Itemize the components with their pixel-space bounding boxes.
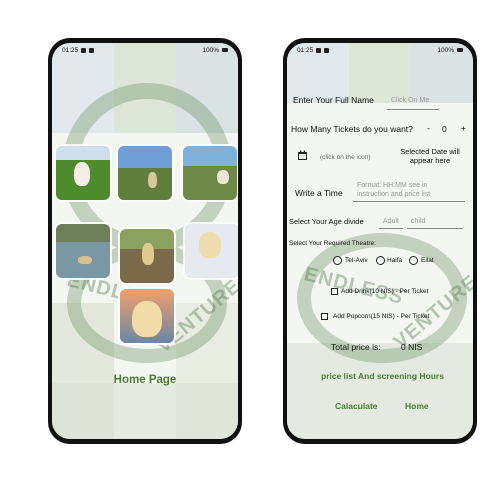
drink-label: Add Drink(10 NIS) - Per Ticket — [341, 288, 429, 295]
radio-eilat[interactable] — [409, 256, 418, 265]
price-list-link[interactable]: price list And screening Hours — [321, 371, 444, 381]
radio-label-eilat: Eilat — [421, 257, 434, 264]
battery-icon — [457, 48, 463, 52]
battery-level: 100% — [437, 46, 454, 54]
booking-screen: ENDLESS VENTURE 01:25 100% Enter Your Fu… — [287, 43, 473, 439]
calendar-icon[interactable] — [297, 150, 308, 161]
child-input[interactable]: child — [411, 218, 425, 225]
total-price-value: 0 NIS — [401, 342, 423, 352]
page-title: Home Page — [113, 374, 177, 386]
whatsapp-icon — [89, 47, 95, 53]
full-name-label: Enter Your Full Name — [293, 95, 374, 105]
tickets-minus-button[interactable]: - — [427, 123, 430, 133]
dog-photo-3[interactable] — [183, 146, 237, 200]
gallery-icon — [81, 47, 87, 53]
phone-booking: ENDLESS VENTURE 01:25 100% Enter Your Fu… — [283, 38, 477, 444]
tickets-plus-button[interactable]: + — [461, 123, 466, 133]
battery-icon — [222, 48, 228, 52]
popcorn-label: Add Popcorn(15 NIS) - Per Ticket — [333, 313, 430, 320]
radio-label-haifa: Haifa — [387, 257, 403, 264]
theatre-label: Select Your Required Theatre: — [289, 240, 376, 247]
phone-home: ENDLESS VENTURE 01:25 100% Home Page — [48, 38, 242, 444]
popcorn-checkbox[interactable] — [321, 313, 328, 320]
dog-photo-4[interactable] — [56, 224, 110, 278]
drink-checkbox[interactable] — [331, 288, 338, 295]
tickets-count: 0 — [442, 124, 447, 134]
dog-photo-1[interactable] — [56, 146, 110, 200]
time-label: Write a Time — [295, 188, 343, 198]
dog-photo-2[interactable] — [118, 146, 172, 200]
radio-haifa[interactable] — [376, 256, 385, 265]
whatsapp-icon — [324, 47, 330, 53]
battery-level: 100% — [202, 46, 219, 54]
home-screen: ENDLESS VENTURE 01:25 100% Home Page — [52, 43, 238, 439]
status-time: 01:25 — [62, 46, 79, 54]
status-bar: 01:25 100% — [287, 43, 473, 57]
tickets-label: How Many Tickets do you want? — [291, 124, 413, 134]
dog-photo-7[interactable] — [120, 289, 174, 343]
dog-photo-5[interactable] — [120, 229, 174, 283]
adult-input[interactable]: Adult — [383, 218, 399, 225]
dog-photo-6[interactable] — [185, 224, 238, 278]
radio-label-tel-aviv: Tel-Aviv — [345, 257, 368, 264]
gallery-icon — [316, 47, 322, 53]
full-name-input[interactable]: Click On Me — [391, 97, 429, 104]
calculate-button[interactable]: Calaculate — [335, 401, 378, 411]
home-button[interactable]: Home — [405, 401, 429, 411]
selected-date-text: Selected Date will appear here — [400, 147, 460, 165]
status-time: 01:25 — [297, 46, 314, 54]
radio-tel-aviv[interactable] — [333, 256, 342, 265]
status-bar: 01:25 100% — [52, 43, 238, 57]
total-price-label: Total price is: — [331, 342, 381, 352]
age-label: Select Your Age divide — [289, 217, 364, 226]
date-hint: (click on the icon) — [320, 154, 371, 161]
time-input[interactable]: Format: HH:MM see in instruction and pri… — [357, 181, 461, 199]
